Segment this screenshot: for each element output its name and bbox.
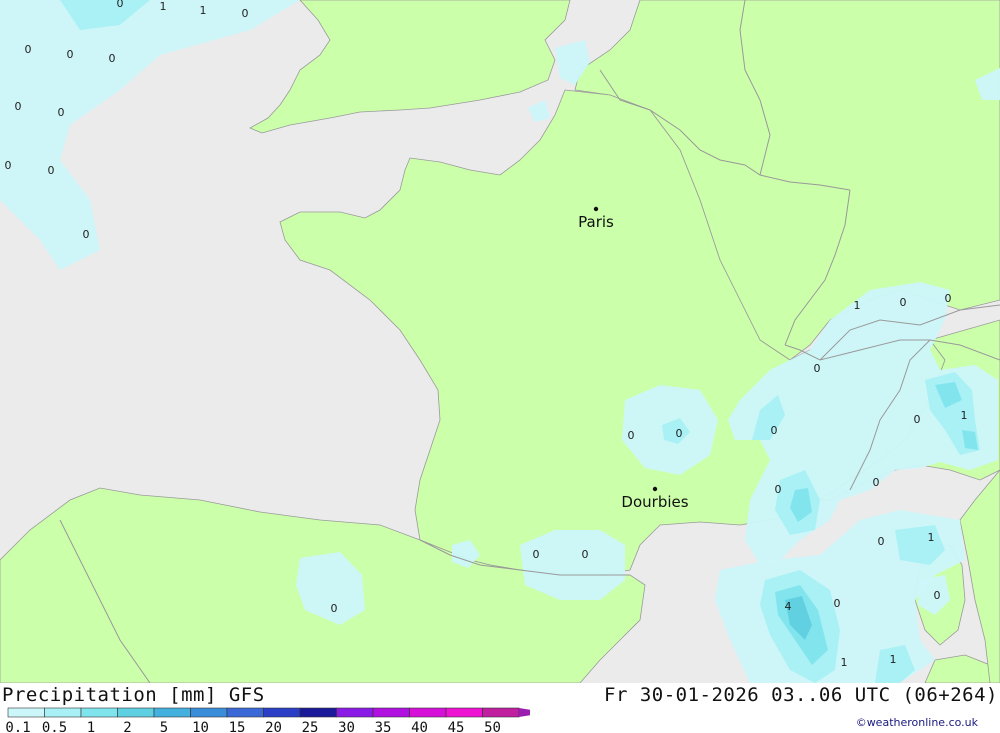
legend-label: 40 bbox=[411, 720, 428, 733]
legend-label: 45 bbox=[448, 720, 465, 733]
legend-label: 30 bbox=[338, 720, 355, 733]
legend-arrow bbox=[519, 708, 530, 717]
legend-label: 50 bbox=[484, 720, 501, 733]
precip-value-label: 0 bbox=[25, 43, 32, 56]
map-title: Precipitation [mm] GFS bbox=[2, 684, 265, 706]
city-marker bbox=[593, 206, 599, 212]
precip-value-label: 1 bbox=[890, 653, 897, 666]
legend-label: 0.5 bbox=[42, 720, 67, 733]
precipitation-map[interactable]: 0 1 1 0 0 0 0 0 0 0 0 0 0 1 0 0 0 0 0 1 0 0 0 0 0 0 1 0 0 4 0 1 1 Paris D… bbox=[0, 0, 1000, 683]
map-stage: 011000000000010000010000001004011 Paris D… bbox=[0, 0, 1000, 733]
legend-swatch bbox=[80, 707, 118, 718]
legend-swatch bbox=[226, 707, 264, 718]
legend-swatch bbox=[482, 707, 520, 718]
precip-value-label: 0 bbox=[331, 602, 338, 615]
precip-value-label: 0 bbox=[873, 476, 880, 489]
precip-value-label: 4 bbox=[785, 600, 792, 613]
precip-value-label: 0 bbox=[834, 597, 841, 610]
precip-value-label: 0 bbox=[48, 164, 55, 177]
precip-value-label: 0 bbox=[15, 100, 22, 113]
precip-value-label: 0 bbox=[109, 52, 116, 65]
legend-label: 5 bbox=[160, 720, 168, 733]
precip-value-label: 1 bbox=[854, 299, 861, 312]
precip-value-label: 0 bbox=[628, 429, 635, 442]
legend-label: 10 bbox=[192, 720, 209, 733]
legend-swatch bbox=[190, 707, 228, 718]
legend-label: 1 bbox=[87, 720, 95, 733]
precip-value-label: 0 bbox=[676, 427, 683, 440]
city-label: Dourbies bbox=[621, 493, 688, 511]
legend-swatch bbox=[153, 707, 191, 718]
legend-swatch bbox=[263, 707, 301, 718]
legend-swatch bbox=[372, 707, 410, 718]
legend-swatch bbox=[409, 707, 447, 718]
precip-pyrenees-east bbox=[520, 530, 625, 600]
precip-value-label: 0 bbox=[775, 483, 782, 496]
legend-label: 25 bbox=[302, 720, 319, 733]
precip-value-label: 0 bbox=[934, 589, 941, 602]
forecast-timestamp: Fr 30-01-2026 03..06 UTC (06+264) bbox=[604, 684, 998, 706]
credit-link[interactable]: ©weatheronline.co.uk bbox=[856, 716, 978, 729]
legend-swatch bbox=[445, 707, 483, 718]
precip-value-label: 0 bbox=[83, 228, 90, 241]
precip-value-label: 1 bbox=[928, 531, 935, 544]
precip-value-label: 0 bbox=[5, 159, 12, 172]
precip-value-label: 0 bbox=[914, 413, 921, 426]
precip-value-label: 0 bbox=[533, 548, 540, 561]
precip-value-label: 0 bbox=[900, 296, 907, 309]
city-marker bbox=[652, 486, 658, 492]
legend-swatch bbox=[44, 707, 82, 718]
legend-swatch bbox=[299, 707, 337, 718]
city-label: Paris bbox=[578, 213, 614, 231]
precip-value-label: 0 bbox=[117, 0, 124, 10]
precipitation-legend: 0.1 0.5 1 2 5 10 15 20 25 30 35 40 45 50 bbox=[5, 707, 530, 733]
precip-value-label: 0 bbox=[582, 548, 589, 561]
precip-value-label: 0 bbox=[945, 292, 952, 305]
legend-label: 35 bbox=[375, 720, 392, 733]
precip-value-label: 1 bbox=[961, 409, 968, 422]
legend-swatch bbox=[336, 707, 374, 718]
precip-value-label: 0 bbox=[242, 7, 249, 20]
legend-label: 20 bbox=[265, 720, 282, 733]
precip-value-label: 1 bbox=[841, 656, 848, 669]
legend-label: 2 bbox=[123, 720, 131, 733]
legend-swatch bbox=[117, 707, 155, 718]
precip-value-label: 0 bbox=[67, 48, 74, 61]
legend-label: 15 bbox=[229, 720, 246, 733]
legend-label: 0.1 bbox=[5, 720, 30, 733]
precip-value-label: 1 bbox=[200, 4, 207, 17]
legend-swatch bbox=[7, 707, 45, 718]
map-canvas: 0 1 1 0 0 0 0 0 0 0 0 0 0 1 0 0 0 0 0 1 0 0 0 0 0 0 1 0 0 4 0 1 1 Paris D… bbox=[0, 0, 1000, 683]
precip-value-label: 0 bbox=[814, 362, 821, 375]
precip-value-label: 0 bbox=[771, 424, 778, 437]
precip-value-label: 0 bbox=[58, 106, 65, 119]
precip-value-label: 0 bbox=[878, 535, 885, 548]
precip-value-label: 1 bbox=[160, 0, 167, 13]
footer-bar: Precipitation [mm] GFS Fr 30-01-2026 03.… bbox=[0, 683, 1000, 733]
